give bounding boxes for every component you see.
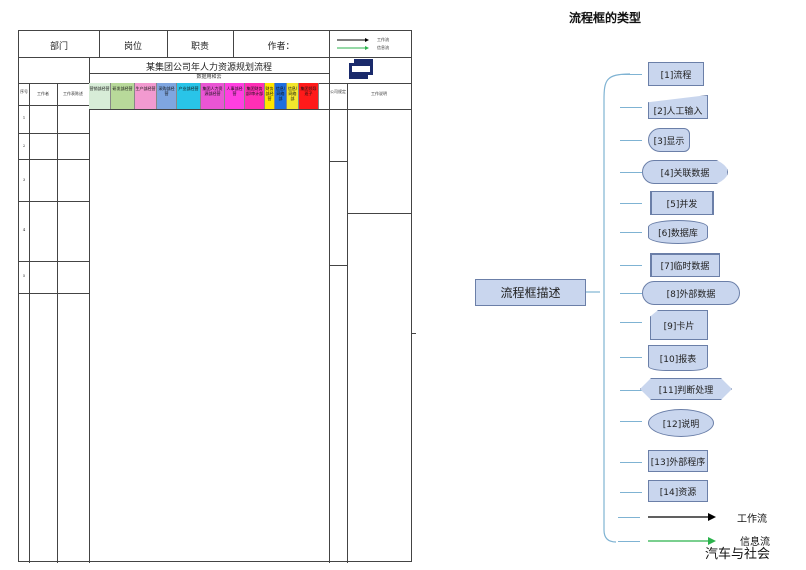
row-number: 2 (22, 143, 26, 148)
page-mark (412, 333, 416, 334)
category-cell: 采购部经营 (157, 83, 177, 109)
category-cell: 生产部经营 (135, 83, 157, 109)
node-connector (620, 232, 642, 233)
category-cell: 财务部经营 (265, 83, 275, 109)
shape-parallel: [5]并发 (650, 191, 714, 215)
node-connector (620, 492, 642, 493)
legend-work-label: 工作流 (377, 37, 389, 42)
shape-stored-data: [4]关联数据 (642, 160, 728, 184)
node-connector (620, 140, 642, 141)
shape-resource: [14]资源 (648, 480, 708, 502)
row-number: 3 (22, 177, 26, 182)
row-number: 1 (22, 115, 26, 120)
work-flow-label: 工作流 (737, 514, 767, 525)
shape-ellipse: [12]说明 (648, 409, 714, 437)
row-number: 5 (22, 273, 26, 278)
node-connector (620, 74, 642, 75)
shape-internal-storage: [7]临时数据 (650, 253, 720, 277)
header-post: 岗位 (123, 42, 142, 52)
hr-planning-form: 部门 岗位 职责 作者： 工作流 信息流 某集团公司年人力资源规划流程 数据用和… (18, 30, 412, 563)
node-connector (620, 172, 642, 173)
header-dept: 部门 (49, 42, 68, 52)
row-number: 4 (22, 227, 26, 232)
company-logo (349, 59, 373, 79)
category-cell: 信息/网络部 (287, 83, 299, 109)
shape-process: [1]流程 (648, 62, 704, 86)
shape-display: [3]显示 (648, 128, 690, 152)
legend-arrows (337, 38, 369, 50)
node-connector (620, 203, 642, 204)
shape-manual-input: [2]人工输入 (648, 95, 708, 119)
node-connector (620, 357, 642, 358)
node-connector (620, 293, 642, 294)
header-duty: 职责 (190, 42, 209, 52)
form-subheader: 数据用和云 (196, 74, 222, 80)
node-connector (620, 107, 642, 108)
category-cell: 产业部经营 (177, 83, 201, 109)
node-connector (620, 390, 642, 391)
shape-database: [6]数据库 (648, 220, 708, 244)
shape-external-data: [8]外部数据 (642, 281, 740, 305)
col-remark-label: 工作说明 (371, 91, 387, 96)
shape-predefined: [13]外部程序 (648, 450, 708, 472)
watermark: 汽车与社会 (705, 547, 771, 562)
col-company-label: 公司规定 (330, 89, 346, 94)
shape-document: [10]报表 (648, 345, 708, 371)
shape-decision: [11]判断处理 (640, 378, 732, 400)
diagram-title: 流程框的类型 (568, 11, 641, 25)
category-cell: 营销部经营 (89, 83, 111, 109)
header-author: 作者： (267, 42, 295, 52)
center-node: 流程框描述 (475, 279, 586, 306)
node-connector (620, 421, 642, 422)
col-seq-label: 序号 (20, 89, 28, 94)
node-connector (620, 265, 642, 266)
work-flow-arrow (648, 513, 716, 521)
legend-info-label: 信息流 (377, 45, 389, 50)
node-connector (620, 462, 642, 463)
category-cell: 人事部经营 (225, 83, 245, 109)
col-worker-label: 工作者 (37, 91, 49, 96)
category-cell: 研发部经营 (111, 83, 135, 109)
col-source-label: 工作表陈述 (63, 91, 83, 96)
bracket-lines (586, 73, 631, 543)
category-cell: 集团领导班子 (299, 83, 319, 109)
node-connector (620, 322, 642, 323)
category-cell: 集团财务部/审计部 (245, 83, 265, 109)
form-title: 某集团公司年人力资源规划流程 (145, 63, 272, 73)
category-cell: 集团人力资源部经营 (201, 83, 225, 109)
category-cell: 信息/网络部 (275, 83, 287, 109)
shape-card: [9]卡片 (650, 310, 708, 340)
